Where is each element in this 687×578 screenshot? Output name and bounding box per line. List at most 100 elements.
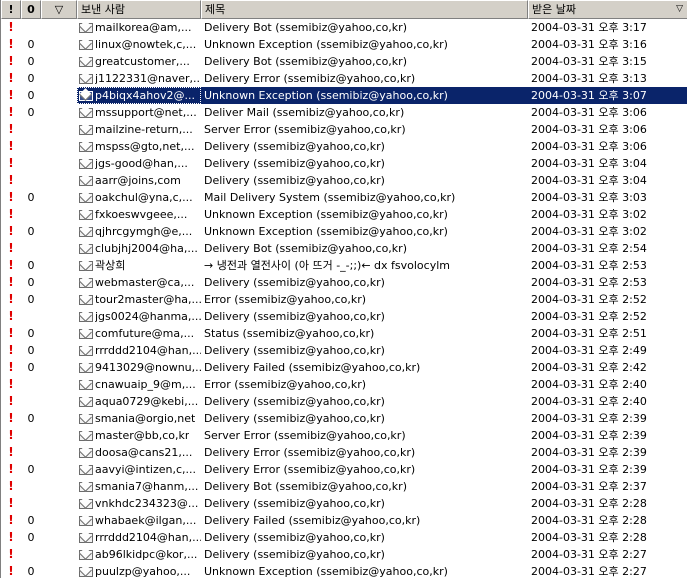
message-row[interactable]: ! 0 tour2master@ha,... Error (ssemibiz@yaho… [1, 291, 687, 308]
flag-cell[interactable] [41, 240, 77, 257]
flag-cell[interactable] [41, 376, 77, 393]
message-row[interactable]: ! ab96lkidpc@kor,... Delivery (ssemibiz@ya… [1, 546, 687, 563]
flag-cell[interactable] [41, 155, 77, 172]
message-row[interactable]: ! 0 qjhrcgymgh@e,... Unknown Exception (sse… [1, 223, 687, 240]
message-from-text: clubjhj2004@ha,... [95, 242, 198, 255]
message-row[interactable]: ! 0 webmaster@ca,... Delivery (ssemibiz@yah… [1, 274, 687, 291]
flag-cell[interactable] [41, 189, 77, 206]
message-subject: Unknown Exception (ssemibiz@yahoo,co,kr) [204, 565, 448, 578]
flag-cell[interactable] [41, 257, 77, 274]
message-from-text: vnkhdc234323@... [95, 497, 199, 510]
message-row[interactable]: ! master@bb,co,kr Server Error (ssemibiz@y… [1, 427, 687, 444]
flag-cell[interactable] [41, 512, 77, 529]
attachment-icon: 0 [27, 276, 35, 289]
flag-cell[interactable] [41, 342, 77, 359]
message-subject: Server Error (ssemibiz@yahoo,co,kr) [204, 429, 406, 442]
attachment-icon: 0 [27, 565, 35, 578]
flag-cell[interactable] [41, 478, 77, 495]
attachment-icon: 0 [27, 531, 35, 544]
flag-cell[interactable] [41, 206, 77, 223]
message-row[interactable]: ! doosa@cans21,... Delivery Error (ssemibi… [1, 444, 687, 461]
message-row[interactable]: ! 0 p4biqx4ahov2@... Unknown Exception (sse… [1, 87, 687, 104]
importance-high-icon: ! [8, 462, 14, 476]
flag-cell[interactable] [41, 325, 77, 342]
flag-cell[interactable] [41, 393, 77, 410]
message-from: aarr@joins,com [77, 172, 201, 189]
flag-cell[interactable] [41, 104, 77, 121]
flag-cell[interactable] [41, 529, 77, 546]
message-row[interactable]: ! smania7@hanm,... Delivery Bot (ssemibiz@… [1, 478, 687, 495]
flag-cell[interactable] [41, 427, 77, 444]
flag-cell[interactable] [41, 70, 77, 87]
flag-cell[interactable] [41, 308, 77, 325]
message-row[interactable]: ! 0 whabaek@ilgan,... Delivery Failed (ssem… [1, 512, 687, 529]
message-row[interactable]: ! fxkoeswvgeee,... Unknown Exception (ssem… [1, 206, 687, 223]
column-header-attachment[interactable]: 0 [21, 0, 41, 19]
message-row[interactable]: ! jgs-good@han,... Delivery (ssemibiz@yaho… [1, 155, 687, 172]
message-row[interactable]: ! 0 puulzp@yahoo,... Unknown Exception (sse… [1, 563, 687, 578]
message-subject: Delivery Error (ssemibiz@yahoo,co,kr) [204, 72, 416, 85]
message-row[interactable]: ! mailzine-return,... Server Error (ssemib… [1, 121, 687, 138]
message-from-text: puulzp@yahoo,... [95, 565, 191, 578]
column-header-received[interactable]: 받은 날짜 ▽ [528, 0, 687, 19]
message-row[interactable]: ! 0 rrrddd2104@han,... Delivery (ssemibiz@y… [1, 529, 687, 546]
message-subject: Delivery (ssemibiz@yahoo,co,kr) [204, 140, 385, 153]
importance-high-icon: ! [8, 156, 14, 170]
column-header-subject[interactable]: 제목 [201, 0, 528, 19]
message-row[interactable]: ! aqua0729@kebi,... Delivery (ssemibiz@yah… [1, 393, 687, 410]
message-subject: Delivery (ssemibiz@yahoo,co,kr) [204, 548, 385, 561]
message-row[interactable]: ! clubjhj2004@ha,... Delivery Bot (ssemibi… [1, 240, 687, 257]
flag-cell[interactable] [41, 495, 77, 512]
flag-cell[interactable] [41, 121, 77, 138]
message-from: fxkoeswvgeee,... [77, 206, 201, 223]
message-row[interactable]: ! 0 9413029@nownu,... Delivery Failed (ssem… [1, 359, 687, 376]
message-row[interactable]: ! 0 rrrddd2104@han,... Delivery (ssemibiz@y… [1, 342, 687, 359]
message-row[interactable]: ! 0 j1122331@naver,... Delivery Error (ssem… [1, 70, 687, 87]
flag-cell[interactable] [41, 444, 77, 461]
flag-cell[interactable] [41, 87, 77, 104]
message-subject: Error (ssemibiz@yahoo,co,kr) [204, 293, 367, 306]
flag-cell[interactable] [41, 461, 77, 478]
message-row[interactable]: ! 0 oakchul@yna,c,... Mail Delivery System … [1, 189, 687, 206]
message-from: cnawuaip_9@m,... [77, 376, 201, 393]
column-header-from[interactable]: 보낸 사람 [77, 0, 201, 19]
message-row[interactable]: ! 0 greatcustomer,... Delivery Bot (ssemibi… [1, 53, 687, 70]
message-subject: Server Error (ssemibiz@yahoo,co,kr) [204, 123, 406, 136]
importance-high-icon: ! [8, 309, 14, 323]
flag-cell[interactable] [41, 359, 77, 376]
message-row[interactable]: ! 0 comfuture@ma,... Status (ssemibiz@yahoo… [1, 325, 687, 342]
message-subject: Delivery Failed (ssemibiz@yahoo,co,kr) [204, 514, 421, 527]
message-row[interactable]: ! jgs0024@hanma,... Delivery (ssemibiz@yah… [1, 308, 687, 325]
importance-high-icon: ! [8, 513, 14, 527]
message-row[interactable]: ! 0 smania@orgio,net Delivery (ssemibiz@yah… [1, 410, 687, 427]
importance-high-icon: ! [8, 326, 14, 340]
message-from-text: j1122331@naver,... [95, 72, 201, 85]
message-row[interactable]: ! 0 곽상희 → 냉전과 열전사이 (아 뜨거 -_-;;)← dx fsvoloc… [1, 257, 687, 274]
flag-cell[interactable] [41, 563, 77, 578]
flag-cell[interactable] [41, 546, 77, 563]
flag-cell[interactable] [41, 36, 77, 53]
flag-cell[interactable] [41, 274, 77, 291]
message-row[interactable]: ! aarr@joins,com Delivery (ssemibiz@yahoo,… [1, 172, 687, 189]
message-row[interactable]: ! vnkhdc234323@... Delivery (ssemibiz@yaho… [1, 495, 687, 512]
column-header-importance[interactable]: ! [1, 0, 21, 19]
importance-high-icon: ! [8, 428, 14, 442]
flag-cell[interactable] [41, 19, 77, 36]
flag-cell[interactable] [41, 138, 77, 155]
attachment-icon [21, 206, 41, 223]
message-subject: Delivery Failed (ssemibiz@yahoo,co,kr) [204, 361, 421, 374]
message-row[interactable]: ! cnawuaip_9@m,... Error (ssemibiz@yahoo,c… [1, 376, 687, 393]
message-from-text: comfuture@ma,... [95, 327, 195, 340]
flag-cell[interactable] [41, 172, 77, 189]
flag-cell[interactable] [41, 291, 77, 308]
flag-cell[interactable] [41, 223, 77, 240]
message-row[interactable]: ! mspss@gto,net,... Delivery (ssemibiz@yah… [1, 138, 687, 155]
column-header-flag[interactable]: ▽ [41, 0, 77, 19]
message-row[interactable]: ! 0 mssupport@net,... Deliver Mail (ssemibi… [1, 104, 687, 121]
message-row[interactable]: ! mailkorea@am,... Delivery Bot (ssemibiz@… [1, 19, 687, 36]
message-row[interactable]: ! 0 linux@nowtek,c,... Unknown Exception (s… [1, 36, 687, 53]
message-row[interactable]: ! 0 aavyi@intizen,c,... Delivery Error (sse… [1, 461, 687, 478]
flag-cell[interactable] [41, 410, 77, 427]
flag-cell[interactable] [41, 53, 77, 70]
message-from: aavyi@intizen,c,... [77, 461, 201, 478]
